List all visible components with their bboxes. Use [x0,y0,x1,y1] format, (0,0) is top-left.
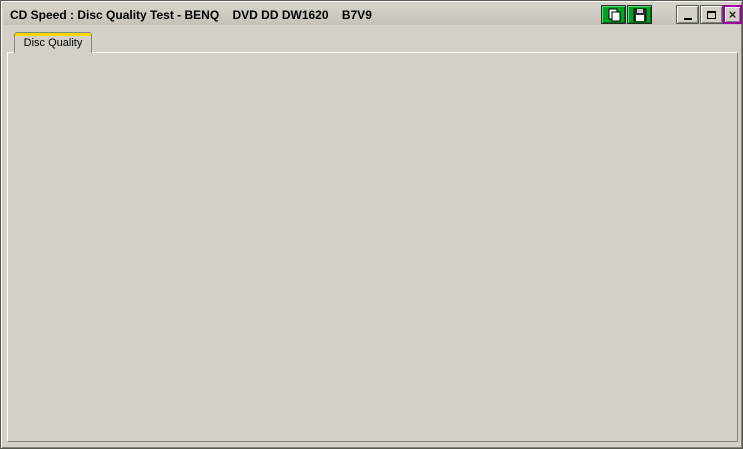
tab-page [7,52,738,442]
close-button[interactable]: × [723,5,742,24]
copy-icon [608,8,620,21]
minimize-icon [683,18,692,20]
maximize-button[interactable] [700,5,723,24]
window-title: CD Speed : Disc Quality Test - BENQ DVD … [10,7,372,22]
copy-button[interactable] [601,5,626,24]
tab-label: Disc Quality [23,37,83,49]
maximize-icon [707,10,716,19]
save-button[interactable] [627,5,652,24]
tab-disc-quality[interactable]: Disc Quality [14,32,92,53]
minimize-button[interactable] [676,5,699,24]
app-window: CD Speed : Disc Quality Test - BENQ DVD … [0,0,743,449]
save-icon [633,8,646,21]
close-icon: × [728,7,737,22]
